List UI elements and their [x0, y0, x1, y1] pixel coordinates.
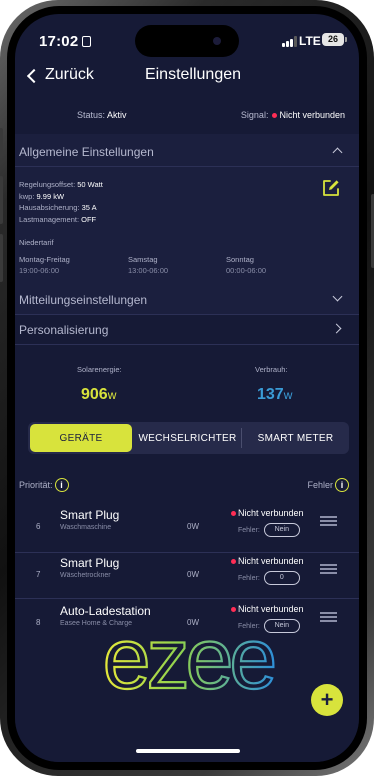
- chevron-right-icon: [331, 323, 342, 334]
- niedertarif-label: Niedertarif: [19, 238, 54, 247]
- battery-icon: 26: [322, 33, 347, 46]
- info-icon[interactable]: i: [54, 478, 69, 492]
- status-value: Aktiv: [107, 110, 127, 120]
- network-type: LTE: [299, 34, 321, 48]
- nav-bar: Zurück Einstellungen: [15, 66, 359, 90]
- chevron-up-icon: [332, 147, 343, 158]
- svg-text:ezee: ezee: [103, 616, 275, 702]
- general-settings-title: Allgemeine Einstellungen: [19, 145, 154, 159]
- volume-up-button: [0, 176, 3, 224]
- phone-frame: 17:02 LTE 26 Zurück Einstellungen Status…: [0, 0, 374, 776]
- drag-handle-icon[interactable]: [320, 516, 337, 526]
- error-pill: 0: [263, 571, 300, 585]
- error-dot-icon: [231, 558, 236, 564]
- device-priority: 7: [36, 570, 41, 579]
- status-text: Status: Aktiv: [77, 110, 127, 120]
- priority-header: Priorität: i: [19, 478, 69, 492]
- edit-icon[interactable]: [321, 178, 341, 198]
- tariff-sunday: Sonntag 00:00-06:00: [226, 255, 267, 275]
- device-subtitle: Wäschetrockner: [60, 572, 111, 579]
- action-button: [0, 128, 3, 154]
- dynamic-island: [135, 25, 239, 57]
- cellular-signal-icon: [282, 36, 298, 47]
- error-header: Fehler i: [307, 478, 349, 492]
- device-error: Fehler: Nein: [238, 523, 300, 537]
- error-dot-icon: [231, 606, 236, 612]
- device-priority: 8: [36, 618, 41, 627]
- device-row[interactable]: 7 Smart Plug Wäschetrockner 0W Nicht ver…: [15, 550, 359, 596]
- notifications-settings-row[interactable]: Mitteilungseinstellungen: [15, 284, 359, 314]
- solar-label: Solarenergie:: [77, 365, 122, 374]
- general-settings-header[interactable]: Allgemeine Einstellungen: [15, 136, 359, 166]
- device-status: Nicht verbunden: [231, 556, 304, 566]
- consumption-label: Verbrauh:: [255, 365, 288, 374]
- page-title: Einstellungen: [144, 66, 242, 83]
- device-name: Smart Plug: [60, 508, 120, 522]
- device-list-header: Priorität: i Fehler i: [15, 478, 359, 496]
- divider: [15, 344, 359, 345]
- consumption-value: 137w: [257, 386, 293, 403]
- info-icon[interactable]: i: [335, 478, 349, 492]
- chevron-down-icon: [332, 291, 343, 302]
- error-dot-icon: [272, 112, 278, 118]
- device-status: Nicht verbunden: [231, 508, 304, 518]
- home-indicator[interactable]: [136, 749, 240, 753]
- camera-icon: [213, 37, 221, 45]
- personalization-row[interactable]: Personalisierung: [15, 314, 359, 344]
- device-power: 0W: [187, 570, 199, 579]
- device-priority: 6: [36, 522, 41, 531]
- device-name: Smart Plug: [60, 556, 120, 570]
- tariff-weekdays: Montag-Freitag 19:00-06:00: [19, 255, 70, 275]
- status-time: 17:02: [39, 33, 92, 50]
- notifications-title: Mitteilungseinstellungen: [19, 293, 148, 307]
- signal-value: Nicht verbunden: [279, 110, 345, 120]
- tab-smart-meter[interactable]: SMART METER: [242, 422, 349, 454]
- drag-handle-icon[interactable]: [320, 612, 337, 622]
- sim-card-icon: [82, 36, 92, 47]
- connection-status: Status: Aktiv Signal: Nicht verbunden: [15, 110, 359, 124]
- device-subtitle: Waschmaschine: [60, 524, 112, 531]
- setting-row: Regelungsoffset: 50 Watt: [19, 180, 103, 189]
- signal-text: Signal: Nicht verbunden: [240, 110, 345, 120]
- tab-geraete[interactable]: GERÄTE: [30, 424, 132, 452]
- device-row[interactable]: 6 Smart Plug Waschmaschine 0W Nicht verb…: [15, 502, 359, 548]
- solar-value: 906w: [81, 386, 117, 403]
- drag-handle-icon[interactable]: [320, 564, 337, 574]
- device-power: 0W: [187, 522, 199, 531]
- device-type-tabs: GERÄTE WECHSELRICHTER SMART METER: [28, 422, 349, 454]
- divider: [15, 166, 359, 167]
- status-bar: 17:02 LTE 26: [15, 14, 359, 64]
- volume-down-button: [0, 234, 3, 282]
- ezee-logo: ezee: [102, 616, 280, 702]
- setting-row: Hausabsicherung: 35 A: [19, 203, 97, 212]
- personalization-title: Personalisierung: [19, 323, 109, 337]
- settings-values: Regelungsoffset: 50 Watt kwp: 9.99 kW Ha…: [19, 179, 103, 225]
- device-error: Fehler: 0: [238, 571, 300, 585]
- setting-row: Lastmanagement: OFF: [19, 214, 97, 224]
- device-status: Nicht verbunden: [231, 604, 304, 614]
- add-device-button[interactable]: +: [311, 684, 343, 716]
- tariff-saturday: Samstag 13:00-06:00: [128, 255, 169, 275]
- error-pill: Nein: [263, 523, 300, 537]
- setting-row: kwp: 9.99 kW: [19, 191, 65, 201]
- app-screen: 17:02 LTE 26 Zurück Einstellungen Status…: [15, 14, 359, 762]
- error-dot-icon: [231, 510, 236, 516]
- tab-wechselrichter[interactable]: WECHSELRICHTER: [134, 422, 241, 454]
